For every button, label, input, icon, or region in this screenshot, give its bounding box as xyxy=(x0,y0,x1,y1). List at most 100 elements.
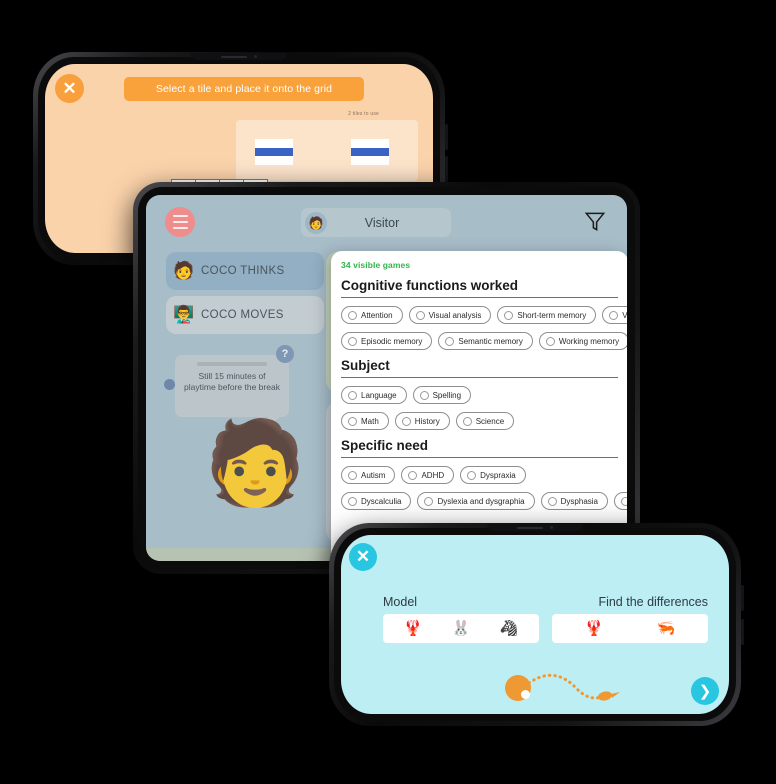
sidebar-item-label: COCO MOVES xyxy=(201,309,284,321)
filter-chip-label: Episodic memory xyxy=(361,336,423,346)
filter-chip-row: Autism ADHD Dyspraxia xyxy=(341,466,627,484)
difference-item-shrimp[interactable]: 🦐 xyxy=(657,621,676,636)
speaker-grille xyxy=(221,55,247,58)
filter-chip-row: Attention Visual analysis Short-term mem… xyxy=(341,306,627,324)
filter-chip[interactable]: Language xyxy=(341,386,407,404)
filter-chip[interactable]: Down syndr xyxy=(614,492,627,510)
speech-bubble-text: Still 15 minutes of playtime before the … xyxy=(184,370,280,392)
filter-chip[interactable]: Science xyxy=(455,412,515,430)
filter-section-title: Specific need xyxy=(341,438,618,458)
filter-chip[interactable]: Dysphasia xyxy=(540,492,608,510)
hamburger-menu-icon[interactable] xyxy=(165,207,195,237)
decorative-dot xyxy=(164,379,175,390)
filter-chip-row: Episodic memory Semantic memory Working … xyxy=(341,332,627,350)
filter-chip-label: Autism xyxy=(361,470,386,480)
filter-chip[interactable]: Visual analysis xyxy=(408,306,492,324)
close-icon[interactable]: ✕ xyxy=(55,74,84,103)
radio-icon xyxy=(348,416,357,426)
filter-chip-label: Language xyxy=(361,390,397,400)
filter-panel: 34 visible games Cognitive functions wor… xyxy=(331,251,627,561)
filter-chip-label: Working memory xyxy=(558,336,620,346)
filter-chip-label: Attention xyxy=(361,310,393,320)
progress-trail xyxy=(527,673,620,701)
filter-chip[interactable]: Attention xyxy=(341,306,403,324)
filter-chip[interactable]: Dyslexia and dysgraphia xyxy=(417,492,535,510)
filter-chip[interactable]: Autism xyxy=(341,466,396,484)
filter-chip[interactable]: Dyspraxia xyxy=(460,466,526,484)
front-camera-icon xyxy=(254,55,257,58)
screenshot-stage: ✕ Select a tile and place it onto the gr… xyxy=(0,0,776,784)
user-name-label: Visitor xyxy=(364,215,400,230)
speaker-grille xyxy=(517,526,543,529)
model-column: Model 🦞 🐰 🦓 xyxy=(383,595,539,643)
filter-chip[interactable]: Semantic memory xyxy=(438,332,533,350)
radio-icon xyxy=(621,496,627,506)
tile-item[interactable] xyxy=(255,139,293,165)
difference-item-lobster[interactable]: 🦞 xyxy=(585,621,604,636)
filter-chip[interactable]: Short-term memory xyxy=(497,306,597,324)
filter-chip-label: Visual analysis xyxy=(428,310,482,320)
help-icon[interactable]: ? xyxy=(276,345,294,363)
phone2-volume-down-button[interactable] xyxy=(741,619,744,645)
model-item-zebra[interactable]: 🦓 xyxy=(500,621,519,636)
model-item-rabbit[interactable]: 🐰 xyxy=(452,621,471,636)
radio-icon xyxy=(445,336,455,346)
phone1-notch xyxy=(191,53,287,60)
radio-icon xyxy=(415,310,425,320)
burger-line xyxy=(172,226,188,230)
filter-chip[interactable]: Visual memory xyxy=(602,306,627,324)
speech-bubble: Still 15 minutes of playtime before the … xyxy=(175,355,289,428)
radio-icon xyxy=(348,336,357,346)
burger-line xyxy=(172,220,188,224)
radio-icon xyxy=(419,390,429,400)
radio-icon xyxy=(408,470,418,480)
close-icon[interactable]: ✕ xyxy=(349,543,377,571)
front-camera-icon xyxy=(550,526,553,529)
column-heading: Find the differences xyxy=(598,595,708,609)
radio-icon xyxy=(348,496,357,506)
user-pill[interactable]: 🧑 Visitor xyxy=(301,208,451,237)
visible-games-count: 34 visible games xyxy=(341,260,411,270)
filter-chip-label: History xyxy=(414,416,440,426)
filter-chip-label: Math xyxy=(361,416,379,426)
filter-chip[interactable]: Spelling xyxy=(412,386,472,404)
next-button[interactable]: ❯ xyxy=(691,677,719,705)
radio-icon xyxy=(467,470,477,480)
filter-chip[interactable]: Episodic memory xyxy=(341,332,433,350)
filter-section-title: Subject xyxy=(341,358,618,378)
sidebar-item-label: COCO THINKS xyxy=(201,265,285,277)
sidebar-item-coco-moves[interactable]: 👨‍🏫 COCO MOVES xyxy=(166,296,324,334)
filter-chip[interactable]: Dyscalculia xyxy=(341,492,412,510)
phone2-screen: ✕ Model 🦞 🐰 🦓 Find the differences 🦞 🦐 ❯ xyxy=(341,535,729,714)
filter-chip[interactable]: Math xyxy=(341,412,389,430)
coco-thinks-icon: 🧑 xyxy=(173,261,195,280)
phone2-notch xyxy=(487,524,583,531)
differences-items-strip: 🦞 🦐 xyxy=(552,614,708,643)
coco-moves-icon: 👨‍🏫 xyxy=(173,305,195,324)
funnel-filter-icon[interactable] xyxy=(582,208,608,234)
radio-icon xyxy=(504,310,514,320)
sidebar-item-coco-thinks[interactable]: 🧑 COCO THINKS xyxy=(166,252,324,290)
filter-chip[interactable]: ADHD xyxy=(401,466,455,484)
filter-chip[interactable]: Working memory xyxy=(538,332,627,350)
filter-chip[interactable]: History xyxy=(394,412,450,430)
tile-tray xyxy=(236,120,418,181)
filter-chip-row: Language Spelling xyxy=(341,386,627,404)
avatar-character-icon: 🧑 xyxy=(204,418,307,509)
phone1-volume-up-button[interactable] xyxy=(445,124,448,150)
filter-chip-label: Dyspraxia xyxy=(480,470,516,480)
filter-chip-label: Dysphasia xyxy=(560,496,598,506)
phone1-volume-down-button[interactable] xyxy=(445,156,448,182)
filter-chip-label: Visual memory xyxy=(622,310,627,320)
filter-chip-label: Dyscalculia xyxy=(361,496,402,506)
model-items-strip: 🦞 🐰 🦓 xyxy=(383,614,539,643)
radio-icon xyxy=(462,416,472,426)
tile-item[interactable] xyxy=(351,139,389,165)
column-heading: Model xyxy=(383,595,418,609)
radio-icon xyxy=(348,310,357,320)
model-item-lobster[interactable]: 🦞 xyxy=(404,621,423,636)
tablet-screen: 🧑 Visitor 🧑 COCO THINKS 👨‍🏫 COCO MOVES S… xyxy=(146,195,627,561)
filter-chip-label: Short-term memory xyxy=(517,310,587,320)
filter-chip-row: Dyscalculia Dyslexia and dysgraphia Dysp… xyxy=(341,492,627,510)
phone2-volume-up-button[interactable] xyxy=(741,585,744,611)
